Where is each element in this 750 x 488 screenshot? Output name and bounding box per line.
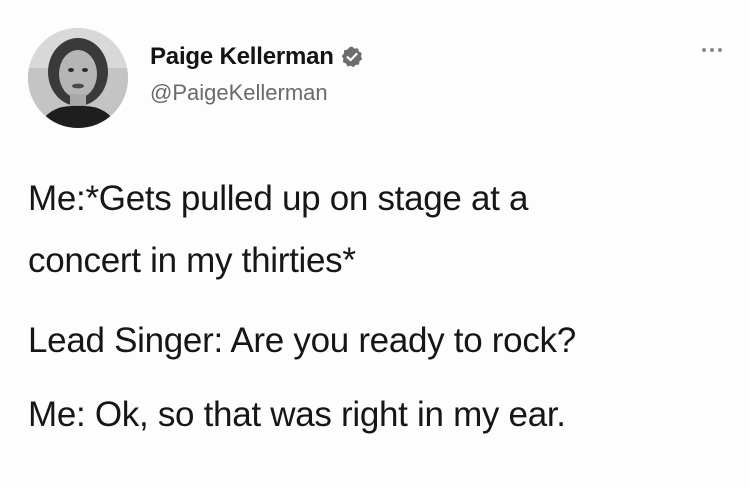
author-name-row: Paige Kellerman: [150, 40, 364, 74]
dot-icon: [710, 48, 714, 52]
author-handle[interactable]: @PaigeKellerman: [150, 80, 328, 106]
tweet-card: Paige Kellerman @PaigeKellerman Me:*Gets…: [0, 0, 750, 488]
more-options-icon: [702, 48, 722, 52]
tweet-text-line: Lead Singer: Are you ready to rock?: [28, 321, 576, 360]
dot-icon: [718, 48, 722, 52]
profile-photo-icon: [28, 28, 128, 128]
tweet-text-line: Me: Ok, so that was right in my ear.: [28, 395, 566, 434]
avatar[interactable]: [28, 28, 128, 128]
tweet-text-line: concert in my thirties*: [28, 241, 356, 280]
verified-badge-icon: [341, 46, 362, 68]
author-display-name[interactable]: Paige Kellerman: [150, 43, 334, 71]
dot-icon: [702, 48, 706, 52]
tweet-text-line: Me:*Gets pulled up on stage at a: [28, 179, 529, 218]
more-options-button[interactable]: [692, 38, 732, 62]
